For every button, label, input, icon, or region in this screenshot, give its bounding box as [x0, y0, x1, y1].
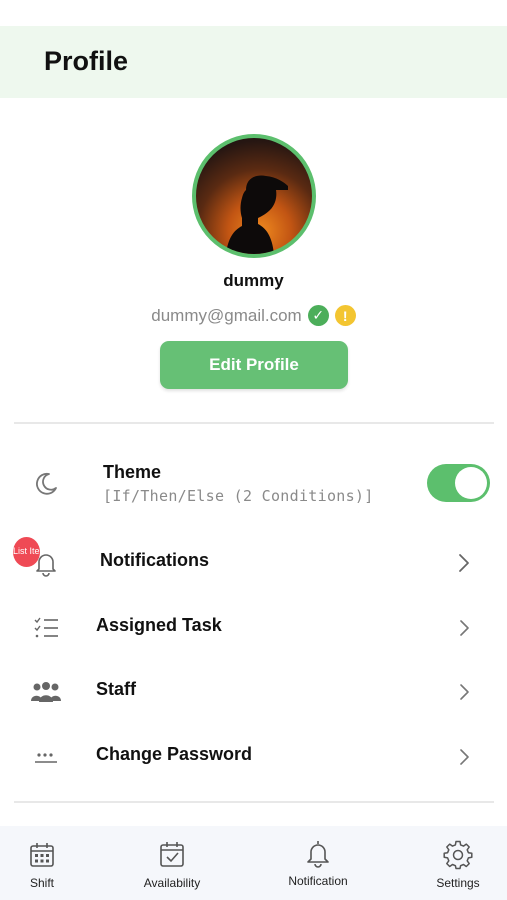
email-row: dummy@gmail.com ✓ !: [0, 305, 507, 326]
change-password-label: Change Password: [96, 744, 253, 764]
edit-profile-button[interactable]: Edit Profile: [160, 341, 348, 389]
assigned-task-label: Assigned Task: [96, 615, 222, 635]
warning-badge-icon[interactable]: !: [334, 305, 356, 326]
settings-item-staff[interactable]: Staff: [0, 664, 507, 720]
divider: [14, 422, 494, 424]
people-icon: [28, 678, 64, 706]
toggle-knob: [455, 467, 487, 499]
avatar[interactable]: [192, 134, 316, 258]
nav-item-shift[interactable]: Shift: [12, 826, 72, 900]
bottom-nav: Shift Availability Notification Settings: [0, 826, 507, 900]
chevron-right-icon: [455, 745, 475, 769]
bell-icon: [307, 841, 329, 868]
calendar-grid-icon: [30, 843, 54, 867]
nav-item-notification[interactable]: Notification: [278, 824, 358, 898]
notifications-label: Notifications: [100, 550, 210, 570]
user-email: dummy@gmail.com: [151, 305, 302, 325]
nav-item-settings[interactable]: Settings: [428, 826, 488, 900]
list-item-badge: List Item: [13, 537, 47, 567]
chevron-right-icon: [455, 616, 475, 640]
calendar-check-icon: [160, 842, 184, 867]
staff-label: Staff: [96, 679, 136, 699]
theme-toggle[interactable]: [427, 464, 490, 502]
checklist-icon: [28, 614, 64, 642]
nav-label-settings: Settings: [436, 876, 480, 890]
theme-subtitle: [If/Then/Else (2 Conditions)]: [103, 487, 374, 505]
settings-item-notifications[interactable]: Notifications: [0, 535, 507, 591]
settings-item-assigned-task[interactable]: Assigned Task: [0, 600, 507, 656]
page-title: Profile: [44, 46, 129, 76]
gear-icon: [443, 840, 473, 870]
user-name: dummy: [223, 271, 284, 290]
header-bar: Profile: [0, 26, 507, 98]
chevron-right-icon: [455, 680, 475, 704]
divider: [14, 801, 494, 803]
theme-label: Theme: [103, 462, 162, 482]
avatar-silhouette: [226, 175, 288, 254]
nav-label-notification: Notification: [288, 874, 348, 888]
settings-item-change-password[interactable]: Change Password: [0, 729, 507, 785]
moon-icon: [28, 470, 64, 498]
password-dots-icon: [28, 743, 64, 771]
chevron-right-icon: [455, 551, 475, 575]
nav-item-availability[interactable]: Availability: [132, 826, 212, 900]
nav-label-availability: Availability: [143, 876, 201, 890]
nav-label-shift: Shift: [29, 876, 54, 890]
list-item-badge-text: List Item: [13, 546, 48, 556]
verified-badge-icon: ✓: [307, 305, 329, 326]
